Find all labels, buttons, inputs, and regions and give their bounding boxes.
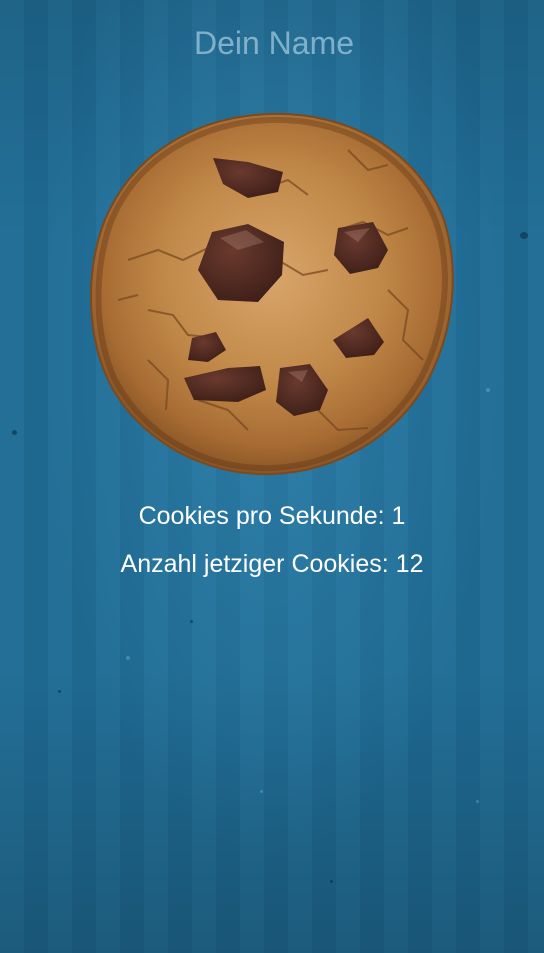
background-speck xyxy=(476,800,479,803)
background-speck xyxy=(260,790,263,793)
cps-value: 1 xyxy=(391,502,406,530)
cookie-button[interactable] xyxy=(88,110,454,476)
cookie-icon xyxy=(89,112,454,476)
background-speck xyxy=(58,690,61,693)
background-speck xyxy=(330,880,333,883)
background-speck xyxy=(12,430,17,435)
cps-label: Cookies pro Sekunde: xyxy=(138,502,385,530)
name-input[interactable] xyxy=(0,16,544,70)
background-speck xyxy=(126,656,130,660)
count-label: Anzahl jetziger Cookies: xyxy=(120,550,389,578)
cookie-count: Anzahl jetziger Cookies: 12 xyxy=(0,550,544,579)
cookies-per-second: Cookies pro Sekunde: 1 xyxy=(0,502,544,531)
count-value: 12 xyxy=(395,550,424,578)
background-speck xyxy=(520,232,528,239)
background-speck xyxy=(190,620,193,623)
background-speck xyxy=(486,388,490,392)
